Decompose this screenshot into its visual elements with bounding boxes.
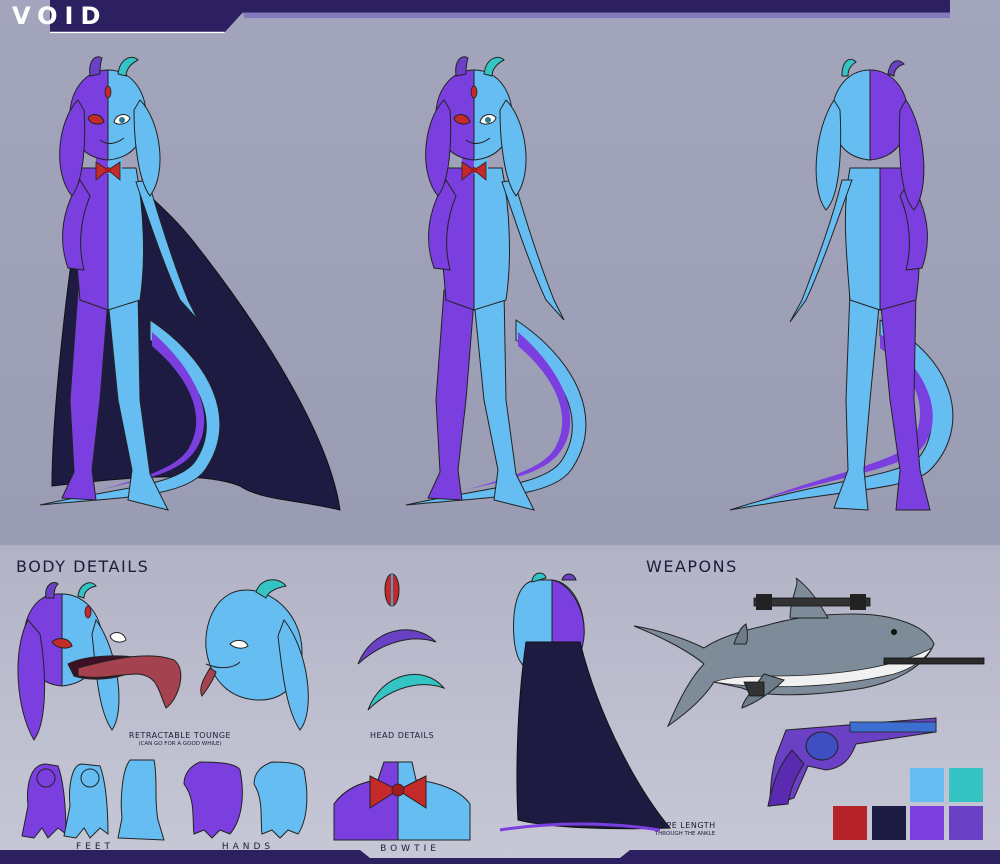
head-closed-mouth bbox=[200, 579, 309, 731]
caption-feet: FEET bbox=[75, 842, 115, 852]
swatch-teal bbox=[949, 768, 983, 802]
shark-rifle bbox=[633, 577, 985, 728]
hands-parts bbox=[183, 761, 308, 839]
section-body-details: BODY DETAILS bbox=[16, 557, 150, 576]
caption-tongue-sub: (CAN GO FOR A GOOD WHILE) bbox=[138, 741, 222, 747]
head-open-mouth bbox=[17, 582, 182, 741]
feet-parts bbox=[21, 759, 165, 841]
bowtie-torso bbox=[333, 761, 471, 841]
swatch-purple bbox=[910, 806, 944, 840]
swatch-dark-purple bbox=[949, 806, 983, 840]
section-weapons: WEAPONS bbox=[646, 557, 738, 576]
caption-head-details: HEAD DETAILS bbox=[369, 731, 435, 740]
figure-front bbox=[405, 56, 587, 511]
swatch-navy bbox=[872, 806, 906, 840]
cape-figure bbox=[499, 572, 672, 832]
head-details-parts bbox=[357, 573, 446, 711]
caption-bowtie: BOWTIE bbox=[380, 844, 440, 854]
reference-sheet: VOID BODY DETAILS WEAPONS RETRACTABLE TO… bbox=[0, 0, 1000, 864]
caption-hands: HANDS bbox=[221, 842, 275, 852]
swatch-light-blue bbox=[910, 768, 944, 802]
caption-tongue: RETRACTABLE TOUNGE bbox=[128, 731, 232, 740]
swatch-red bbox=[833, 806, 867, 840]
caption-cape: CAPE LENGTH bbox=[654, 821, 716, 830]
figure-front-cape bbox=[39, 56, 341, 511]
figure-back bbox=[729, 58, 954, 511]
caption-cape-sub: THROUGH THE ANKLE bbox=[654, 831, 716, 837]
